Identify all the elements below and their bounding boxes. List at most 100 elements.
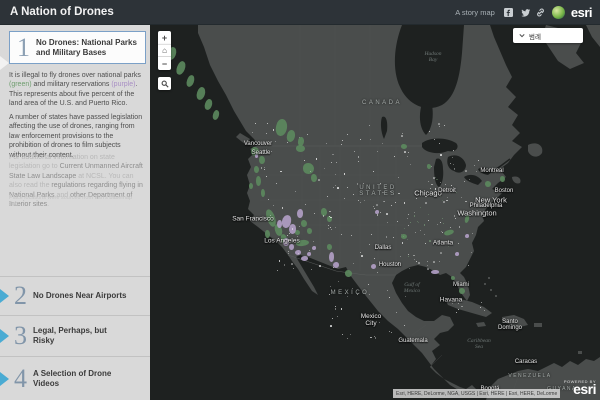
city-dot	[458, 303, 459, 304]
city-dot	[435, 188, 437, 190]
military-base-area	[277, 220, 282, 228]
national-park-area	[249, 183, 253, 189]
zoom-out-button[interactable]: −	[158, 57, 171, 70]
sidebar-section-2[interactable]: 2 No Drones Near Airports	[0, 276, 150, 314]
city-dot	[459, 226, 461, 228]
city-dot	[428, 214, 429, 215]
sidebar-section-3[interactable]: 3 Legal, Perhaps, but Risky	[0, 315, 150, 355]
map-canvas[interactable]: CANADAUNITED STATESMEXICOVENEZUELAGUYANA…	[150, 25, 600, 400]
city-dot	[440, 196, 441, 197]
city-dot	[404, 151, 406, 153]
legend-dropdown-button[interactable]: 범례	[513, 28, 583, 43]
home-extent-button[interactable]: ⌂	[158, 44, 171, 57]
city-dot	[289, 233, 290, 234]
city-dot	[398, 262, 400, 264]
zoom-in-button[interactable]: +	[158, 31, 171, 44]
section-2-arrow-icon	[0, 289, 9, 303]
city-dot	[288, 251, 289, 252]
city-dot	[267, 123, 268, 124]
city-dot	[316, 158, 318, 160]
city-dot	[440, 252, 442, 254]
city-dot	[351, 235, 352, 236]
city-dot	[425, 243, 426, 244]
city-dot	[282, 207, 284, 209]
city-dot	[280, 171, 282, 173]
city-dot	[361, 255, 363, 257]
search-icon	[161, 80, 169, 88]
military-base-area	[255, 154, 258, 158]
city-dot	[357, 183, 359, 185]
facebook-icon[interactable]	[504, 7, 514, 17]
city-dot	[333, 187, 334, 188]
city-dot	[427, 268, 429, 270]
city-dot	[265, 153, 266, 154]
city-dot	[456, 312, 457, 313]
city-dot	[310, 171, 311, 172]
city-dot	[344, 198, 345, 199]
city-dot	[452, 157, 453, 158]
city-dot	[326, 143, 327, 144]
city-dot	[424, 224, 426, 226]
city-dot	[418, 262, 420, 264]
city-dot	[332, 154, 334, 156]
share-link-icon[interactable]	[536, 7, 546, 17]
section-3-arrow-icon	[0, 329, 9, 343]
military-base-area	[431, 270, 439, 274]
city-dot	[407, 156, 408, 157]
city-dot	[414, 215, 416, 217]
city-dot	[376, 204, 378, 206]
city-dot	[380, 183, 381, 184]
city-dot	[279, 260, 281, 262]
city-dot	[387, 290, 388, 291]
sidebar-section-1[interactable]: 1 No Drones: National Parks and Military…	[9, 31, 146, 64]
city-dot	[440, 154, 442, 156]
intro-paragraph: It is illegal to fly drones over nationa…	[9, 71, 143, 109]
city-dot	[268, 199, 269, 200]
twitter-icon[interactable]	[520, 7, 530, 17]
sidebar-section-4[interactable]: 4 A Selection of Drone Videos	[0, 356, 150, 400]
city-dot	[276, 183, 277, 184]
national-park-area	[301, 220, 307, 227]
sidebar: 1 No Drones: National Parks and Military…	[0, 25, 150, 400]
city-dot	[319, 265, 321, 267]
active-section-arrow-icon	[0, 56, 9, 70]
city-dot	[299, 226, 300, 227]
section-2-number: 2	[14, 283, 27, 309]
national-park-area	[307, 228, 312, 234]
national-park-area	[296, 145, 305, 152]
military-base-area	[329, 252, 334, 262]
city-dot	[438, 123, 440, 125]
city-dot	[386, 213, 388, 215]
esri-logo-text[interactable]: esri	[571, 5, 592, 20]
city-dot	[402, 242, 404, 244]
city-dot	[478, 160, 479, 161]
header-bar: A Nation of Drones A story map esri	[0, 0, 600, 25]
city-dot	[353, 194, 354, 195]
city-dot	[398, 177, 399, 178]
city-dot	[418, 222, 419, 223]
military-base-area	[289, 244, 294, 250]
national-park-area	[327, 244, 332, 250]
section-1-title: No Drones: National Parks and Military B…	[36, 38, 145, 58]
city-dot	[363, 183, 364, 184]
chevron-down-icon	[519, 33, 525, 38]
city-dot	[434, 139, 435, 140]
city-dot	[465, 170, 467, 172]
section-4-title: A Selection of Drone Videos	[33, 369, 133, 389]
esri-globe-logo[interactable]	[552, 6, 565, 19]
national-park-area	[401, 144, 407, 149]
national-park-area	[451, 276, 455, 280]
city-dot	[369, 294, 370, 295]
section-3-title: Legal, Perhaps, but Risky	[33, 326, 133, 346]
city-dot	[397, 221, 398, 222]
city-dot	[439, 126, 440, 127]
city-dot	[332, 318, 333, 319]
purple-legend-text: (purple)	[111, 81, 135, 88]
section-3-number: 3	[14, 323, 27, 349]
city-dot	[428, 181, 429, 182]
city-dot	[335, 308, 337, 310]
city-dot	[410, 222, 411, 223]
military-base-area	[307, 252, 311, 256]
search-button[interactable]	[158, 77, 171, 90]
city-dot	[408, 256, 409, 257]
